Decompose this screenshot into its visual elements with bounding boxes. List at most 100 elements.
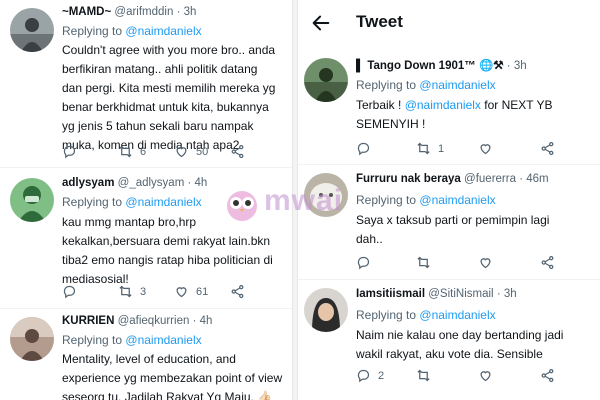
share-icon	[231, 284, 244, 299]
back-button[interactable]	[310, 12, 332, 34]
share-button[interactable]	[540, 141, 555, 156]
display-name[interactable]: ▌ Tango Down 1901™ 🌐⚒	[356, 60, 504, 72]
tweet-text: Mentality, level of education, and exper…	[62, 352, 283, 400]
share-button[interactable]	[540, 368, 555, 383]
tweet-header: Iamsitiismail @SitiNismail · 3h	[356, 288, 517, 300]
retweet-button[interactable]: 6	[118, 144, 146, 159]
mention-link[interactable]: @naimdanielx	[419, 308, 495, 322]
like-button[interactable]	[478, 141, 500, 156]
retweet-icon	[119, 145, 132, 158]
like-icon	[480, 258, 491, 269]
tweet-card[interactable]: KURRIEN @afieqkurrien · 4h Replying to @…	[0, 309, 292, 400]
retweet-button[interactable]: 1	[416, 141, 444, 156]
reply-icon	[357, 369, 370, 383]
timestamp[interactable]: 3h	[184, 6, 197, 18]
tweet-header: ~MAMD~ @arifmddin · 3h	[62, 6, 197, 18]
tweet-card[interactable]: Iamsitiismail @SitiNismail · 3h Replying…	[298, 280, 600, 400]
username[interactable]: @fuererra	[464, 173, 516, 185]
timestamp[interactable]: 46m	[526, 173, 548, 185]
share-button[interactable]	[230, 284, 245, 299]
retweet-button[interactable]: 3	[118, 284, 146, 299]
username[interactable]: @arifmddin	[114, 6, 173, 18]
share-icon	[541, 368, 554, 383]
reply-button[interactable]	[62, 144, 84, 159]
like-icon	[176, 287, 187, 298]
retweet-icon	[417, 369, 430, 382]
tweet-text: Naim nie kalau one day bertanding jadi w…	[356, 328, 564, 361]
replying-to: Replying to @naimdanielx	[62, 195, 202, 209]
replying-to: Replying to @naimdanielx	[62, 333, 202, 347]
like-button[interactable]	[478, 368, 500, 383]
tweet-header: ▌ Tango Down 1901™ 🌐⚒ · 3h	[356, 60, 527, 72]
username[interactable]: @afieqkurrien	[118, 315, 190, 327]
display-name[interactable]: ~MAMD~	[62, 6, 111, 18]
tweet-header: Furruru nak beraya @fuererra · 46m	[356, 173, 549, 185]
tweet-header: KURRIEN @afieqkurrien · 4h	[62, 315, 213, 327]
replying-to: Replying to @naimdanielx	[356, 193, 496, 207]
share-button[interactable]	[230, 144, 245, 159]
page-title: Tweet	[356, 12, 403, 31]
like-button[interactable]: 61	[174, 284, 208, 299]
display-name[interactable]: Iamsitiismail	[356, 288, 425, 300]
tweet-text: Couldn't agree with you more bro.. anda …	[62, 43, 276, 152]
timestamp[interactable]: 4h	[195, 177, 208, 189]
reply-icon	[357, 142, 370, 156]
mention-link[interactable]: @naimdanielx	[125, 24, 201, 38]
watermark: mwai	[222, 184, 372, 224]
tweet-header: adlysyam @_adlysyam · 4h	[62, 177, 208, 189]
timestamp[interactable]: 3h	[514, 60, 527, 72]
share-icon	[541, 141, 554, 156]
display-name[interactable]: adlysyam	[62, 177, 114, 189]
timestamp[interactable]: 4h	[200, 315, 213, 327]
tweet-text: kau mmg mantap bro,hrp kekalkan,bersuara…	[62, 215, 273, 286]
username[interactable]: @_adlysyam	[118, 177, 185, 189]
tweet-actions: 2	[356, 368, 596, 386]
replying-to: Replying to @naimdanielx	[62, 24, 202, 38]
retweet-icon	[119, 285, 132, 298]
tweet-card[interactable]: ~MAMD~ @arifmddin · 3h Replying to @naim…	[0, 0, 292, 168]
username[interactable]: @SitiNismail	[428, 288, 493, 300]
tweet-card[interactable]: ▌ Tango Down 1901™ 🌐⚒ · 3h Replying to @…	[298, 50, 600, 165]
tweet-actions	[356, 255, 596, 273]
mention-link[interactable]: @naimdanielx	[419, 78, 495, 92]
like-button[interactable]	[478, 255, 500, 270]
reply-button[interactable]: 2	[356, 368, 384, 383]
reply-button[interactable]	[356, 255, 378, 270]
avatar[interactable]	[304, 288, 348, 332]
reply-icon	[63, 145, 76, 159]
share-button[interactable]	[540, 255, 555, 270]
display-name[interactable]: KURRIEN	[62, 315, 114, 327]
like-button[interactable]: 50	[174, 144, 208, 159]
mention-link[interactable]: @naimdanielx	[405, 98, 481, 112]
tweet-text: Terbaik ! @naimdanielx for NEXT YB SEMEN…	[356, 98, 553, 131]
retweet-button[interactable]	[416, 368, 438, 383]
avatar[interactable]	[10, 178, 54, 222]
avatar[interactable]	[10, 317, 54, 361]
timestamp[interactable]: 3h	[504, 288, 517, 300]
like-icon	[480, 371, 491, 382]
tweet-actions: 3 61	[62, 284, 282, 302]
share-icon	[541, 255, 554, 270]
avatar[interactable]	[304, 58, 348, 102]
replying-to: Replying to @naimdanielx	[356, 78, 496, 92]
tweet-text: Saya x taksub parti or pemimpin lagi dah…	[356, 213, 550, 246]
reply-button[interactable]	[356, 141, 378, 156]
retweet-icon	[417, 142, 430, 155]
owl-logo-icon	[227, 191, 257, 221]
tweet-actions: 1	[356, 141, 596, 159]
back-arrow-icon	[312, 15, 330, 31]
retweet-icon	[417, 256, 430, 269]
reply-button[interactable]	[62, 284, 84, 299]
replying-to: Replying to @naimdanielx	[356, 308, 496, 322]
tweet-actions: 6 50	[62, 144, 282, 162]
retweet-button[interactable]	[416, 255, 438, 270]
top-bar: Tweet	[298, 0, 600, 46]
mention-link[interactable]: @naimdanielx	[125, 333, 201, 347]
reply-icon	[357, 256, 370, 270]
mention-link[interactable]: @naimdanielx	[419, 193, 495, 207]
like-icon	[176, 147, 187, 158]
watermark-text: mwai	[264, 184, 344, 217]
mention-link[interactable]: @naimdanielx	[125, 195, 201, 209]
share-icon	[231, 144, 244, 159]
avatar[interactable]	[10, 8, 54, 52]
